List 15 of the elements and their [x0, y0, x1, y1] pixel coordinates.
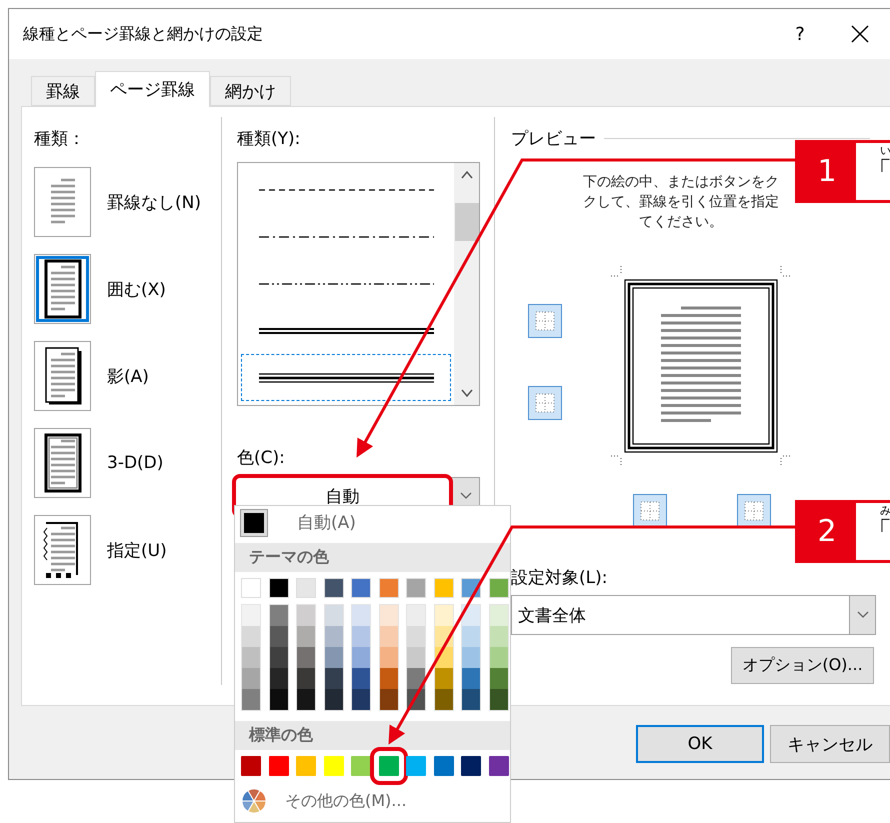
window-title: 線種とページ罫線と網かけの設定: [23, 24, 264, 44]
callout-text: 「: [866, 518, 890, 546]
setting-label: 種類：: [34, 128, 86, 150]
preview-instructions: 下の絵の中、またはボタンをク クして、罫線を引く位置を指定 てください。: [582, 173, 780, 232]
ruby-text: み: [879, 503, 890, 518]
color-label: 色(C):: [237, 447, 286, 469]
preview-title: プレビュー: [511, 128, 596, 150]
theme-colors-heading: テーマの色: [235, 543, 510, 572]
standard-colors-heading: 標準の色: [235, 721, 510, 750]
step-number: 1: [798, 143, 856, 200]
apply-to-label: 設定対象(L):: [511, 567, 608, 589]
ruby-text: い: [879, 143, 890, 158]
line-style-label: 種類(Y):: [237, 128, 302, 150]
step-number: 2: [798, 503, 856, 560]
callout-text: 「: [866, 158, 890, 186]
